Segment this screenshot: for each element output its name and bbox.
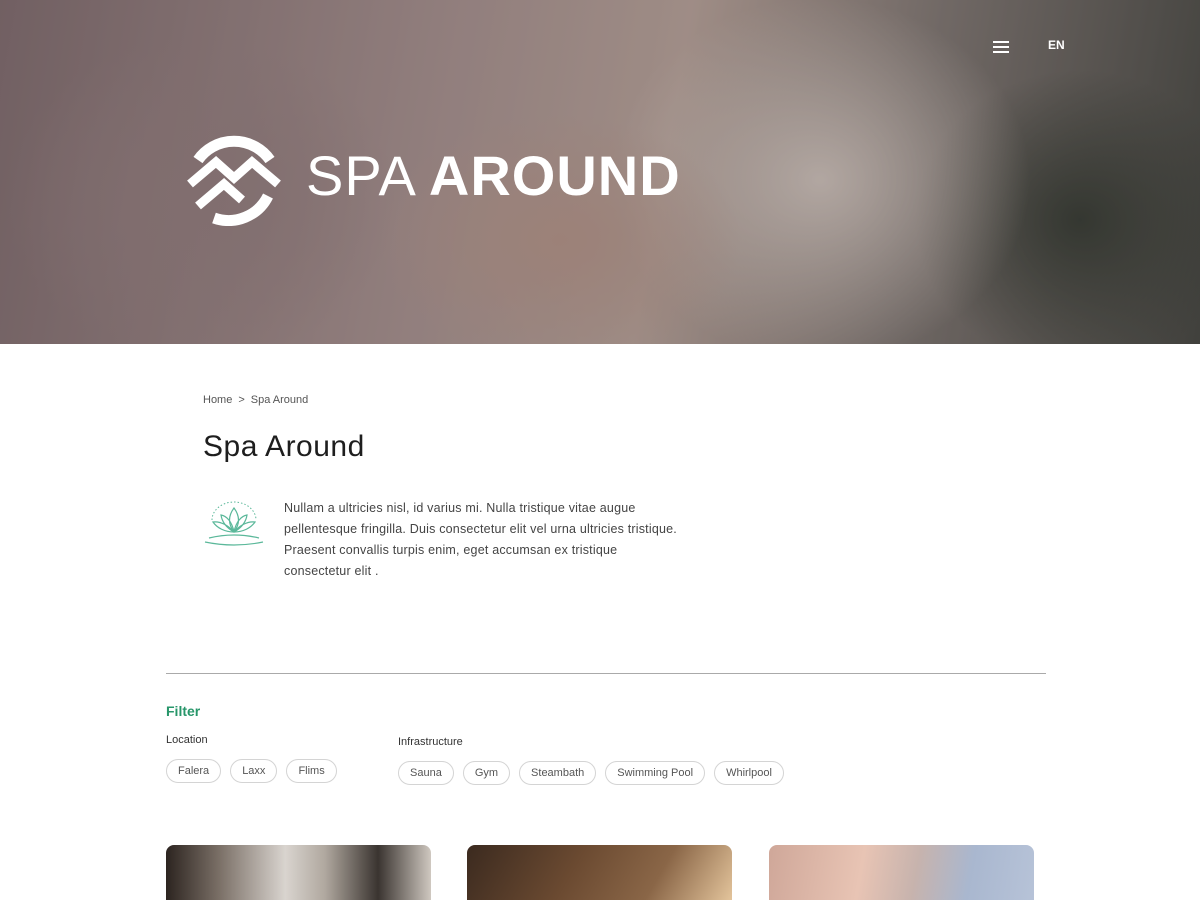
intro-text: Nullam a ultricies nisl, id varius mi. N… [284, 501, 677, 578]
spa-card-image[interactable] [166, 845, 431, 900]
intro-section: Nullam a ultricies nisl, id varius mi. N… [203, 498, 684, 582]
filter-chip-swimming-pool[interactable]: Swimming Pool [605, 761, 706, 785]
page-title: Spa Around [203, 430, 365, 463]
filter-chip-whirlpool[interactable]: Whirlpool [714, 761, 784, 785]
infrastructure-filter-chips: Sauna Gym Steambath Swimming Pool Whirlp… [398, 761, 784, 785]
spa-card-image[interactable] [769, 845, 1034, 900]
hero-header: EN SPA AROUND [0, 0, 1200, 344]
site-logo[interactable]: SPA AROUND [184, 126, 681, 226]
logo-text-bold: AROUND [428, 144, 681, 207]
logo-wordmark: SPA AROUND [306, 148, 681, 204]
breadcrumb-home-link[interactable]: Home [203, 394, 232, 406]
breadcrumb: Home > Spa Around [203, 394, 308, 406]
filter-chip-steambath[interactable]: Steambath [519, 761, 597, 785]
infrastructure-filter-label: Infrastructure [398, 736, 463, 748]
breadcrumb-current: Spa Around [250, 394, 309, 406]
breadcrumb-separator: > [238, 394, 245, 406]
filter-chip-sauna[interactable]: Sauna [398, 761, 454, 785]
mountain-circle-logo-icon [187, 135, 281, 226]
filter-chip-gym[interactable]: Gym [462, 761, 511, 785]
filter-chip-flims[interactable]: Flims [286, 759, 337, 783]
location-filter-label: Location [166, 734, 208, 746]
section-divider [166, 673, 1046, 674]
filter-chip-falera[interactable]: Falera [166, 759, 222, 783]
filter-chip-laxx[interactable]: Laxx [230, 759, 278, 783]
spa-card-image[interactable] [467, 845, 732, 900]
logo-text-light: SPA [306, 144, 417, 207]
location-filter-chips: Falera Laxx Flims [166, 759, 337, 783]
language-switcher[interactable]: EN [1048, 38, 1065, 52]
lotus-icon [204, 501, 264, 546]
hamburger-menu-icon[interactable] [990, 38, 1012, 56]
filter-title: Filter [166, 703, 201, 719]
